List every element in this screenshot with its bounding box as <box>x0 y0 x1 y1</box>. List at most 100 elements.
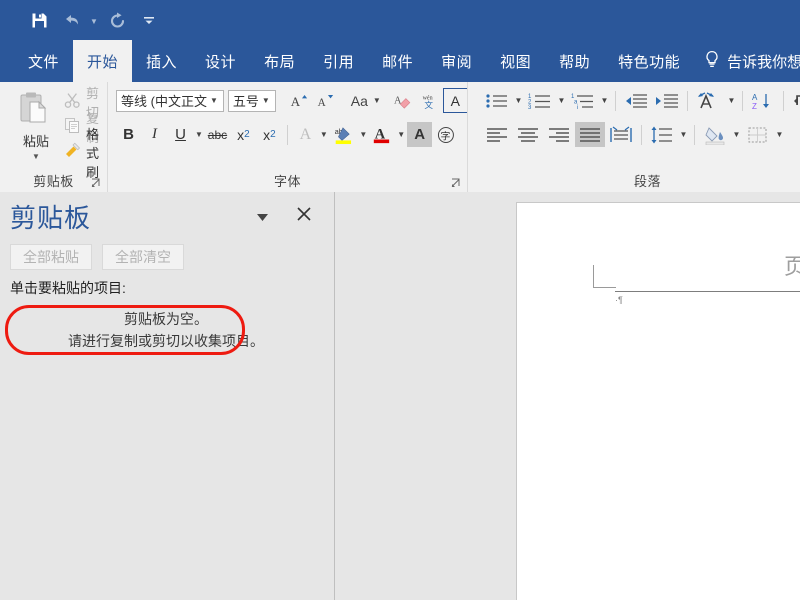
close-icon[interactable] <box>294 204 314 224</box>
header-text[interactable]: 页眉 <box>784 249 800 281</box>
task-pane-options-caret-icon[interactable] <box>254 210 272 224</box>
clear-formatting-button[interactable]: A <box>391 88 416 113</box>
font-name-value: 等线 (中文正文 <box>121 94 207 109</box>
document-page[interactable]: 页眉 ·¶ <box>516 202 800 600</box>
save-icon[interactable] <box>24 5 54 35</box>
text-effects-caret-icon[interactable]: ▼ <box>319 122 329 147</box>
font-color-button[interactable]: A <box>369 122 395 147</box>
clear-all-button[interactable]: 全部清空 <box>102 244 184 270</box>
document-workspace[interactable]: 页眉 ·¶ <box>336 192 800 600</box>
shrink-font-button[interactable]: A <box>312 88 337 113</box>
tab-design[interactable]: 设计 <box>191 40 250 82</box>
underline-button[interactable]: U <box>168 122 193 147</box>
format-painter-button[interactable]: 格式刷 <box>64 127 99 180</box>
superscript-button[interactable]: x2 <box>257 122 282 147</box>
font-dialog-launcher-icon[interactable] <box>450 176 462 188</box>
phonetic-guide-button[interactable]: wén 文 <box>417 88 442 113</box>
clipboard-empty-line2: 请进行复制或剪切以收集项目。 <box>68 333 264 349</box>
character-border-label: A <box>450 92 460 109</box>
font-name-caret-icon[interactable]: ▼ <box>207 96 221 105</box>
strikethrough-button[interactable]: abc <box>205 122 230 147</box>
paste-button[interactable]: 粘贴 ▼ <box>8 87 64 173</box>
tab-view[interactable]: 视图 <box>486 40 545 82</box>
decrease-indent-button[interactable] <box>621 88 651 113</box>
word-window: ▼ 文件 开始 插入 设计 布局 引用 邮件 审阅 视图 帮助 特色功能 告诉我… <box>0 0 800 600</box>
copy-icon <box>64 117 81 137</box>
numbering-button[interactable]: 123 <box>525 88 555 113</box>
underline-label: U <box>175 126 186 143</box>
change-case-button[interactable]: Aa <box>347 88 372 113</box>
tab-file[interactable]: 文件 <box>14 40 73 82</box>
paste-all-button[interactable]: 全部粘贴 <box>10 244 92 270</box>
paste-dropdown-caret-icon[interactable]: ▼ <box>32 153 40 161</box>
svg-text:i: i <box>577 105 578 111</box>
character-shading-label: A <box>414 126 426 143</box>
clipboard-empty-message: 剪贴板为空。 请进行复制或剪切以收集项目。 <box>8 304 324 356</box>
text-effects-button[interactable]: A <box>293 122 318 147</box>
bullets-caret-icon[interactable]: ▼ <box>513 88 524 113</box>
show-formatting-marks-button[interactable] <box>789 88 800 113</box>
superscript-base: x <box>263 126 271 143</box>
font-size-value: 五号 <box>232 94 259 109</box>
multilevel-list-button[interactable]: 1ai <box>568 88 598 113</box>
customize-qat-icon[interactable] <box>134 5 164 35</box>
font-size-combobox[interactable]: 五号 ▼ <box>227 89 276 112</box>
shading-button[interactable] <box>700 122 730 147</box>
sort-button[interactable] <box>693 88 725 113</box>
divider <box>286 124 288 145</box>
change-case-label: Aa <box>350 92 368 109</box>
sort-az-button[interactable]: AZ <box>748 88 778 113</box>
bullets-button[interactable] <box>482 88 512 113</box>
align-left-button[interactable] <box>482 122 512 147</box>
tab-home[interactable]: 开始 <box>73 40 133 82</box>
character-border-button[interactable]: A <box>442 88 468 113</box>
divider <box>687 90 689 111</box>
line-spacing-caret-icon[interactable]: ▼ <box>678 122 689 147</box>
line-spacing-button[interactable] <box>647 122 677 147</box>
align-center-button[interactable] <box>513 122 543 147</box>
borders-caret-icon[interactable]: ▼ <box>774 122 785 147</box>
clipboard-dialog-launcher-icon[interactable] <box>90 176 102 188</box>
task-pane-buttons: 全部粘贴 全部清空 <box>0 244 334 270</box>
bold-label: B <box>123 126 134 143</box>
tab-mailings[interactable]: 邮件 <box>368 40 427 82</box>
font-name-combobox[interactable]: 等线 (中文正文 ▼ <box>116 89 224 112</box>
bold-button[interactable]: B <box>116 122 141 147</box>
tab-layout[interactable]: 布局 <box>250 40 309 82</box>
grow-font-button[interactable]: A <box>286 88 311 113</box>
character-shading-button[interactable]: A <box>407 122 433 147</box>
italic-button[interactable]: I <box>142 122 167 147</box>
group-label-paragraph: 段落 <box>634 174 662 189</box>
group-label-font: 字体 <box>274 174 302 189</box>
quick-access-toolbar: ▼ <box>24 0 164 40</box>
tab-review[interactable]: 审阅 <box>427 40 486 82</box>
subscript-index: 2 <box>244 129 250 140</box>
borders-button[interactable] <box>743 122 773 147</box>
tab-special-features[interactable]: 特色功能 <box>604 40 694 82</box>
text-highlight-button[interactable]: ab <box>330 122 358 147</box>
tab-references[interactable]: 引用 <box>309 40 368 82</box>
increase-indent-button[interactable] <box>652 88 682 113</box>
distributed-button[interactable] <box>606 122 636 147</box>
shading-caret-icon[interactable]: ▼ <box>731 122 742 147</box>
svg-text:字: 字 <box>441 129 451 142</box>
undo-arrow-icon[interactable] <box>56 5 86 35</box>
numbering-caret-icon[interactable]: ▼ <box>556 88 567 113</box>
redo-arrow-icon[interactable] <box>102 5 132 35</box>
multilevel-list-caret-icon[interactable]: ▼ <box>599 88 610 113</box>
sort-caret-icon[interactable]: ▼ <box>726 88 737 113</box>
justify-button[interactable] <box>575 122 606 147</box>
svg-text:A: A <box>317 97 326 109</box>
undo-dropdown-caret-icon[interactable]: ▼ <box>88 5 100 35</box>
underline-caret-icon[interactable]: ▼ <box>194 122 204 147</box>
tell-me-box[interactable]: 告诉我你想要 <box>694 40 800 82</box>
tab-help[interactable]: 帮助 <box>545 40 604 82</box>
enclose-characters-button[interactable]: 字 <box>433 122 459 147</box>
change-case-caret-icon[interactable]: ▼ <box>373 88 381 113</box>
tab-insert[interactable]: 插入 <box>132 40 191 82</box>
align-right-button[interactable] <box>544 122 574 147</box>
highlight-caret-icon[interactable]: ▼ <box>358 122 368 147</box>
font-size-caret-icon[interactable]: ▼ <box>259 96 273 105</box>
subscript-button[interactable]: x2 <box>231 122 256 147</box>
font-color-caret-icon[interactable]: ▼ <box>396 122 406 147</box>
